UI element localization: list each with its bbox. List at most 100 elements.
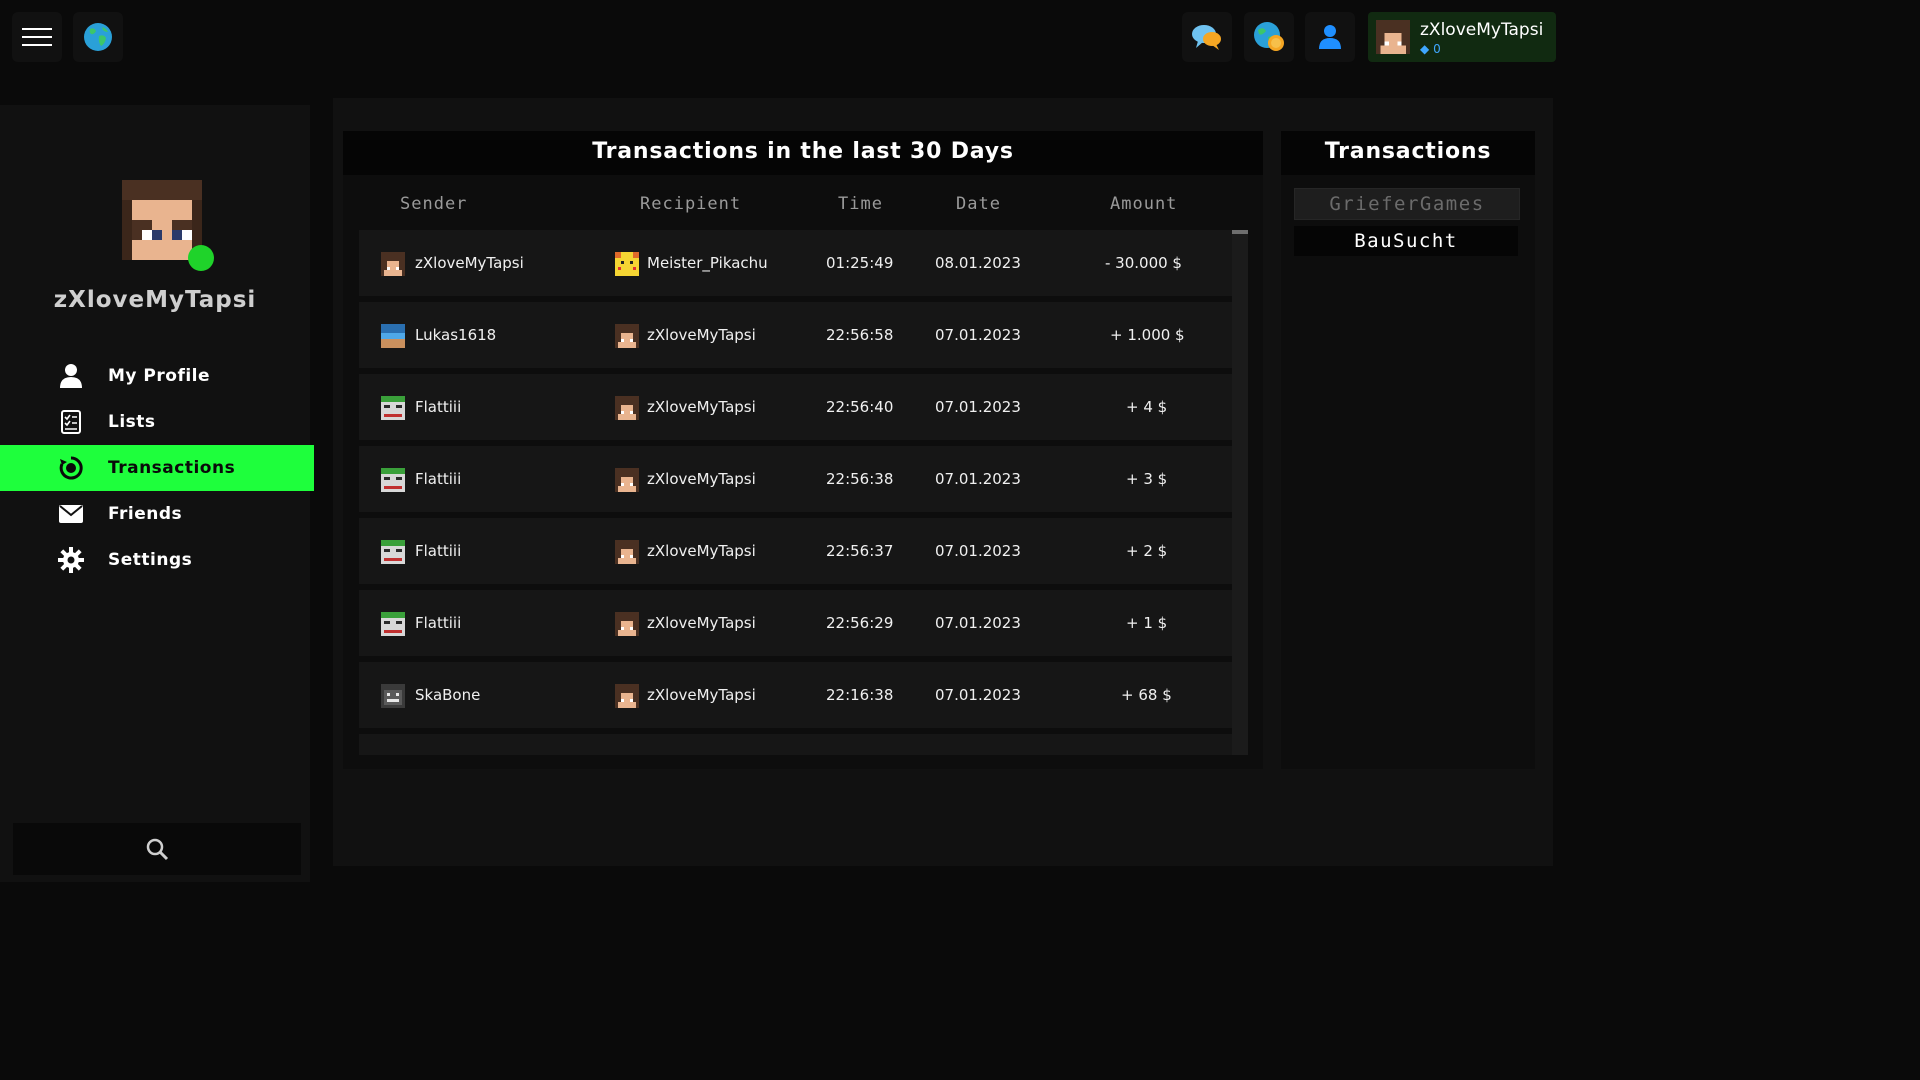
sidebar-item-my-profile[interactable]: My Profile <box>0 353 314 399</box>
table-row[interactable]: Flattiii zXloveMyTapsi 22:56:40 07.01.20… <box>359 374 1232 440</box>
server-panel: Transactions GrieferGames BauSucht <box>1281 131 1535 769</box>
coins-icon <box>1254 22 1284 51</box>
date-value: 07.01.2023 <box>935 542 1021 560</box>
user-icon <box>58 364 84 388</box>
sender-name: zXloveMyTapsi <box>415 254 524 272</box>
amount-value: + 1.000 $ <box>1110 326 1185 344</box>
sidebar-item-transactions[interactable]: Transactions <box>0 445 314 491</box>
online-status-dot <box>188 245 214 271</box>
transactions-list: zXloveMyTapsi Meister_Pikachu 01:25:49 0… <box>359 230 1232 755</box>
list-icon <box>58 410 84 434</box>
column-header-amount: Amount <box>1110 194 1178 214</box>
table-row[interactable]: Flattiii zXloveMyTapsi 22:56:38 07.01.20… <box>359 446 1232 512</box>
gear-icon <box>58 547 84 573</box>
amount-value: + 3 $ <box>1126 470 1168 488</box>
date-value: 07.01.2023 <box>935 686 1021 704</box>
date-value: 07.01.2023 <box>935 326 1021 344</box>
sender-name: Flattiii <box>415 542 462 560</box>
time-value: 22:56:38 <box>826 470 894 488</box>
gem-icon: ◆ <box>1420 42 1430 56</box>
column-header-recipient: Recipient <box>640 194 742 214</box>
gem-value: 0 <box>1433 42 1441 56</box>
sidebar-avatar <box>122 180 202 260</box>
sidebar-nav: My Profile Lists Transactions Friends Se… <box>0 353 314 583</box>
recipient-avatar <box>615 324 639 348</box>
sidebar-item-label: Settings <box>108 550 193 570</box>
top-bar: zXloveMyTapsi ◆ 0 <box>0 0 1568 96</box>
search-button[interactable] <box>13 823 301 875</box>
recipient-name: zXloveMyTapsi <box>647 614 756 632</box>
time-value: 22:56:40 <box>826 398 894 416</box>
recipient-name: zXloveMyTapsi <box>647 686 756 704</box>
sender-avatar <box>381 324 405 348</box>
server-tab-grieferGames[interactable]: GrieferGames <box>1294 188 1520 220</box>
sender-avatar <box>381 396 405 420</box>
account-button[interactable] <box>1305 12 1355 62</box>
sender-avatar <box>381 612 405 636</box>
amount-value: + 2 $ <box>1126 542 1168 560</box>
sidebar-item-label: My Profile <box>108 366 211 386</box>
sender-name: Lukas1618 <box>415 326 497 344</box>
time-value: 22:16:38 <box>826 686 894 704</box>
amount-value: + 1 $ <box>1126 614 1168 632</box>
profile-chip[interactable]: zXloveMyTapsi ◆ 0 <box>1368 12 1556 62</box>
amount-value: + 68 $ <box>1121 686 1172 704</box>
column-header-time: Time <box>838 194 883 214</box>
table-row[interactable]: Lukas1618 zXloveMyTapsi 22:56:58 07.01.2… <box>359 302 1232 368</box>
amount-value: - 30.000 $ <box>1105 254 1182 272</box>
table-row[interactable]: Flattiii zXloveMyTapsi 22:56:37 07.01.20… <box>359 518 1232 584</box>
recipient-name: zXloveMyTapsi <box>647 398 756 416</box>
menu-icon <box>22 22 52 52</box>
recipient-avatar <box>615 684 639 708</box>
date-value: 07.01.2023 <box>935 614 1021 632</box>
user-icon <box>1319 25 1341 49</box>
scrollbar-thumb[interactable] <box>1232 230 1248 234</box>
sender-name: Flattiii <box>415 614 462 632</box>
sidebar: zXloveMyTapsi My Profile Lists Transacti… <box>0 105 314 882</box>
coins-button[interactable] <box>1244 12 1294 62</box>
amount-value: + 4 $ <box>1126 398 1168 416</box>
chat-icon <box>1192 25 1221 50</box>
sender-name: Flattiii <box>415 398 462 416</box>
time-value: 22:56:37 <box>826 542 894 560</box>
avatar <box>1376 20 1410 54</box>
search-icon <box>146 838 169 861</box>
date-value: 07.01.2023 <box>935 398 1021 416</box>
sidebar-item-friends[interactable]: Friends <box>0 491 314 537</box>
scrollbar[interactable] <box>1232 230 1248 755</box>
recipient-avatar <box>615 468 639 492</box>
sidebar-item-lists[interactable]: Lists <box>0 399 314 445</box>
mail-icon <box>58 502 84 526</box>
recipient-name: zXloveMyTapsi <box>647 470 756 488</box>
sidebar-user-name: zXloveMyTapsi <box>53 287 257 313</box>
recipient-avatar <box>615 252 639 276</box>
menu-button[interactable] <box>12 12 62 62</box>
recipient-name: zXloveMyTapsi <box>647 542 756 560</box>
recipient-name: zXloveMyTapsi <box>647 326 756 344</box>
transactions-title: Transactions in the last 30 Days <box>343 131 1263 175</box>
globe-button[interactable] <box>73 12 123 62</box>
table-row[interactable]: Flattiii zXloveMyTapsi 22:56:29 07.01.20… <box>359 590 1232 656</box>
transactions-icon <box>58 456 84 480</box>
sidebar-item-label: Friends <box>108 504 183 524</box>
table-row[interactable]: zXloveMyTapsi Meister_Pikachu 01:25:49 0… <box>359 230 1232 296</box>
column-header-sender: Sender <box>400 194 468 214</box>
date-value: 08.01.2023 <box>935 254 1021 272</box>
column-header-date: Date <box>956 194 1001 214</box>
header-user-name: zXloveMyTapsi <box>1420 20 1544 40</box>
time-value: 01:25:49 <box>826 254 894 272</box>
table-row[interactable] <box>359 734 1232 755</box>
chat-button[interactable] <box>1182 12 1232 62</box>
globe-icon <box>84 23 112 51</box>
sender-name: SkaBone <box>415 686 481 704</box>
recipient-avatar <box>615 612 639 636</box>
server-tab-bausucht[interactable]: BauSucht <box>1294 226 1518 256</box>
sidebar-item-settings[interactable]: Settings <box>0 537 314 583</box>
recipient-avatar <box>615 540 639 564</box>
sender-avatar <box>381 684 405 708</box>
time-value: 22:56:29 <box>826 614 894 632</box>
time-value: 22:56:58 <box>826 326 894 344</box>
sender-avatar <box>381 540 405 564</box>
table-row[interactable]: SkaBone zXloveMyTapsi 22:16:38 07.01.202… <box>359 662 1232 728</box>
sender-name: Flattiii <box>415 470 462 488</box>
